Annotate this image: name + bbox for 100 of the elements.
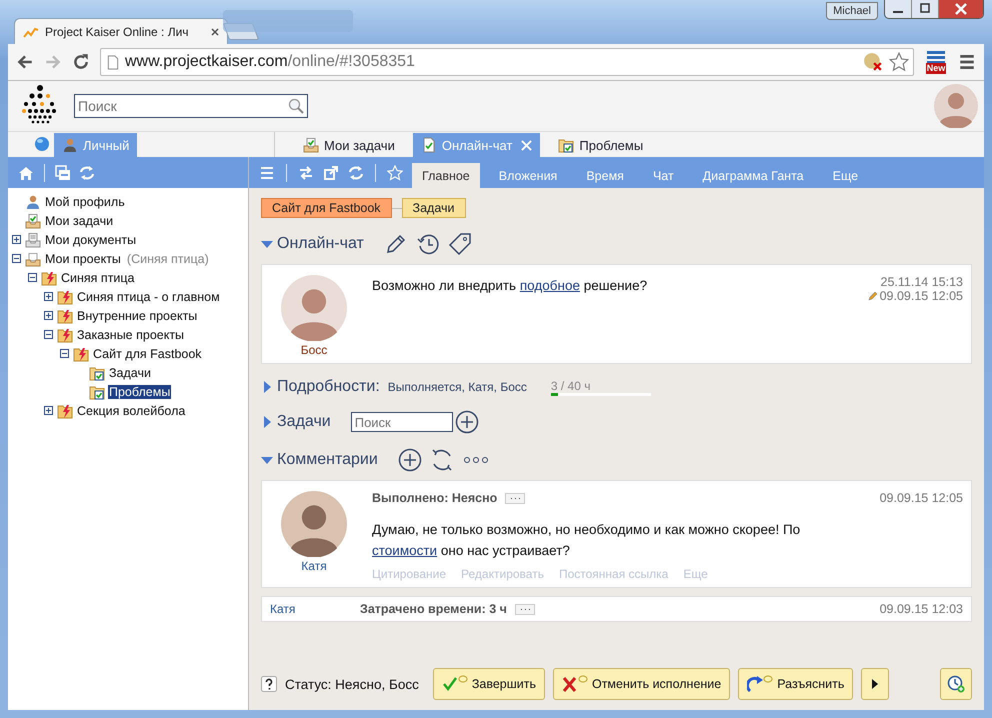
browser-tab[interactable]: Project Kaiser Online : Лич: [14, 18, 228, 44]
section-title: Задачи: [277, 413, 331, 431]
breadcrumb-link[interactable]: Задачи: [402, 198, 466, 218]
plus-icon[interactable]: [398, 448, 422, 472]
avatar-silhouette[interactable]: [934, 84, 978, 128]
extension-button[interactable]: New: [924, 50, 948, 74]
more-actions-button[interactable]: [861, 668, 890, 700]
url-text: www.projectkaiser.com/online/#!3058351: [125, 53, 415, 71]
collapse-icon[interactable]: [44, 330, 53, 339]
message-text: Возможно ли внедрить подобное решение?: [372, 277, 648, 295]
collapse-icon[interactable]: [12, 254, 21, 263]
swap-arrows-icon[interactable]: [298, 164, 314, 180]
status-text: Статус: Неясно, Босс: [285, 676, 419, 692]
redo-arrow-bubble-icon: [747, 675, 774, 693]
tag-icon[interactable]: [448, 232, 472, 256]
tab[interactable]: Проблемы: [550, 133, 652, 157]
person-icon: [25, 194, 41, 210]
close-icon[interactable]: [939, 0, 983, 18]
text-link[interactable]: подобное: [520, 278, 580, 293]
star-icon[interactable]: [889, 52, 909, 72]
tree-item[interactable]: Мои проекты: [44, 252, 122, 266]
tree-item[interactable]: Мой профиль: [44, 194, 126, 208]
collapse-all-icon[interactable]: [55, 164, 71, 180]
search-icon: [288, 98, 304, 114]
pencil-icon: [868, 291, 878, 301]
menu-icon[interactable]: [958, 53, 976, 71]
search-field[interactable]: Поиск: [74, 94, 308, 118]
expand-arrow-icon[interactable]: [261, 416, 273, 428]
page-icon: [107, 54, 119, 70]
section-title: Подробности:: [277, 378, 380, 396]
text-link[interactable]: стоимости: [372, 543, 438, 558]
action-button[interactable]: Отменить исполнение: [552, 668, 730, 700]
created-date: 25.11.14 15:13: [880, 275, 963, 289]
tree-item[interactable]: Синяя птица: [60, 270, 136, 284]
inbox-icon: [25, 250, 41, 266]
tab[interactable]: Главное: [412, 163, 480, 188]
cross-bubble-icon: [562, 675, 588, 693]
inbox-check-icon: [303, 137, 319, 153]
collapse-icon[interactable]: [28, 273, 37, 282]
globe-icon[interactable]: [34, 136, 50, 152]
reload-icon[interactable]: [72, 53, 90, 71]
tree-item[interactable]: Заказные проекты: [76, 328, 186, 342]
tree-item[interactable]: Внутренние проекты: [76, 308, 198, 322]
play-arrow-icon: [871, 679, 880, 689]
search-field[interactable]: Поиск: [350, 412, 453, 432]
tree-item[interactable]: Синяя птица - о главном: [76, 290, 221, 304]
section-title: Комментарии: [277, 451, 378, 469]
person-icon: [62, 137, 78, 153]
add-time-button[interactable]: [940, 668, 972, 700]
expand-arrow-icon[interactable]: [261, 381, 273, 393]
folder-bolt-icon: [41, 270, 57, 286]
author-name[interactable]: Босс: [300, 343, 328, 357]
folder-bolt-icon: [57, 288, 73, 304]
refresh-icon[interactable]: [430, 448, 454, 472]
section-title: Онлайн-чат: [277, 235, 364, 253]
menu-icon[interactable]: [259, 164, 275, 180]
avatar-silhouette: [281, 275, 347, 341]
cookie-blocked-icon[interactable]: [863, 52, 883, 72]
expand-icon[interactable]: [44, 406, 53, 415]
tree-item[interactable]: Проблемы: [108, 384, 172, 398]
tree-item[interactable]: Задачи: [108, 366, 152, 380]
action-button[interactable]: Завершить: [432, 668, 545, 700]
folder-bolt-icon: [57, 326, 73, 342]
history-icon[interactable]: [416, 232, 440, 256]
tree-item-note: (Синяя птица): [126, 252, 209, 266]
folder-bolt-icon: [57, 402, 73, 418]
time-entry-text: Затрачено времени: 3 ч: [360, 602, 507, 616]
clock-plus-icon: [947, 675, 965, 693]
folder-check-icon: [89, 364, 105, 380]
expand-icon[interactable]: [44, 292, 53, 301]
plus-icon[interactable]: [454, 410, 479, 434]
collapse-icon[interactable]: [60, 349, 69, 358]
tab[interactable]: Мои задачи: [295, 133, 403, 157]
breadcrumb-link[interactable]: Сайт для Fastbook: [261, 198, 392, 218]
tree-item[interactable]: Секция волейбола: [76, 404, 186, 418]
tree-item[interactable]: Мои задачи: [44, 214, 114, 228]
inbox-document-icon: [25, 232, 41, 248]
expand-icon[interactable]: [12, 235, 21, 244]
address-bar[interactable]: www.projectkaiser.com/online/#!3058351: [100, 48, 914, 76]
collapse-arrow-icon[interactable]: [261, 454, 273, 466]
comment-date: 09.09.15 12:05: [880, 491, 963, 505]
profile-button[interactable]: Michael: [826, 2, 878, 20]
help-icon[interactable]: [261, 676, 277, 692]
time-entry-date: 09.09.15 12:03: [880, 602, 963, 616]
home-icon[interactable]: [18, 164, 34, 180]
action-button[interactable]: Разъяснить: [738, 668, 854, 700]
collapse-arrow-icon[interactable]: [261, 238, 273, 250]
document-check-icon: [420, 137, 437, 153]
avatar-silhouette: [281, 491, 347, 557]
back-arrow-icon[interactable]: [16, 53, 34, 71]
tree-item[interactable]: Сайт для Fastbook: [92, 346, 203, 360]
expand-icon[interactable]: [44, 311, 53, 320]
author-name[interactable]: Катя: [301, 559, 327, 573]
author-name[interactable]: Катя: [270, 602, 352, 616]
checkmark-bubble-icon: [442, 675, 468, 693]
folder-bolt-icon: [73, 346, 89, 362]
close-icon[interactable]: [211, 28, 219, 36]
tree-item[interactable]: Мои документы: [44, 232, 138, 246]
comment-text: Думаю, не только возможно, но необходимо и как можно скорее! По стоимости оно нас устраивает?: [372, 521, 802, 560]
external-link-icon[interactable]: [323, 164, 339, 180]
